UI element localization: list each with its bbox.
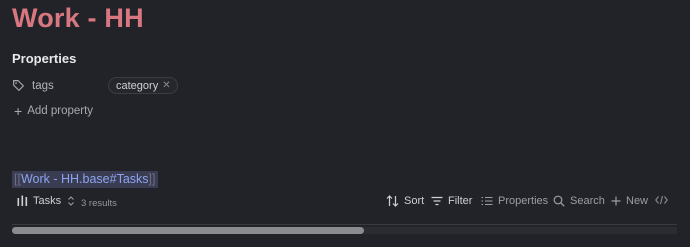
views-icon [17, 195, 28, 206]
plus-icon [611, 196, 621, 206]
property-key[interactable]: tags [32, 80, 108, 92]
scrollbar-thumb[interactable] [12, 227, 364, 234]
tag-icon [12, 79, 26, 93]
search-label: Search [570, 195, 605, 207]
search-icon [553, 195, 565, 207]
filter-button[interactable]: Filter [431, 195, 472, 207]
filter-label: Filter [448, 195, 473, 207]
embed-link[interactable]: [[ Work - HH.base#Tasks ]] [12, 171, 158, 188]
property-row-tags: tags category ✕ [12, 77, 178, 94]
horizontal-scrollbar[interactable] [12, 227, 677, 234]
link-close-brackets: ]] [148, 172, 156, 186]
tag-value: category [116, 79, 159, 92]
sort-icon [386, 195, 399, 207]
plus-icon: + [14, 103, 23, 119]
chevron-updown-icon [68, 196, 75, 206]
note-page: Work - HH Properties tags category ✕ + A… [0, 0, 690, 247]
new-label: New [626, 195, 649, 207]
view-selector[interactable]: Tasks [17, 195, 80, 207]
link-open-brackets: [[ [14, 172, 21, 186]
add-property-button[interactable]: + Add property [14, 103, 94, 119]
add-property-label: Add property [27, 105, 94, 117]
properties-button-label: Properties [498, 195, 549, 207]
sort-label: Sort [404, 195, 425, 207]
properties-button[interactable]: Properties [481, 195, 548, 207]
code-view-button[interactable] [655, 195, 673, 205]
code-icon [655, 195, 668, 205]
view-name: Tasks [33, 195, 62, 207]
page-title[interactable]: Work - HH [12, 2, 144, 34]
search-button[interactable]: Search [553, 195, 605, 207]
link-text[interactable]: Work - HH.base#Tasks [21, 171, 149, 188]
list-icon [481, 196, 493, 206]
filter-icon [431, 196, 443, 206]
table-divider [12, 224, 677, 225]
properties-heading[interactable]: Properties [12, 51, 76, 66]
results-count: 3 results [81, 198, 117, 209]
new-button[interactable]: New [611, 195, 648, 207]
remove-tag-icon[interactable]: ✕ [162, 80, 170, 91]
base-toolbar: Tasks 3 results Sort Filter Properties S… [0, 192, 690, 214]
tag-pill[interactable]: category ✕ [108, 77, 178, 94]
sort-button[interactable]: Sort [386, 195, 424, 207]
